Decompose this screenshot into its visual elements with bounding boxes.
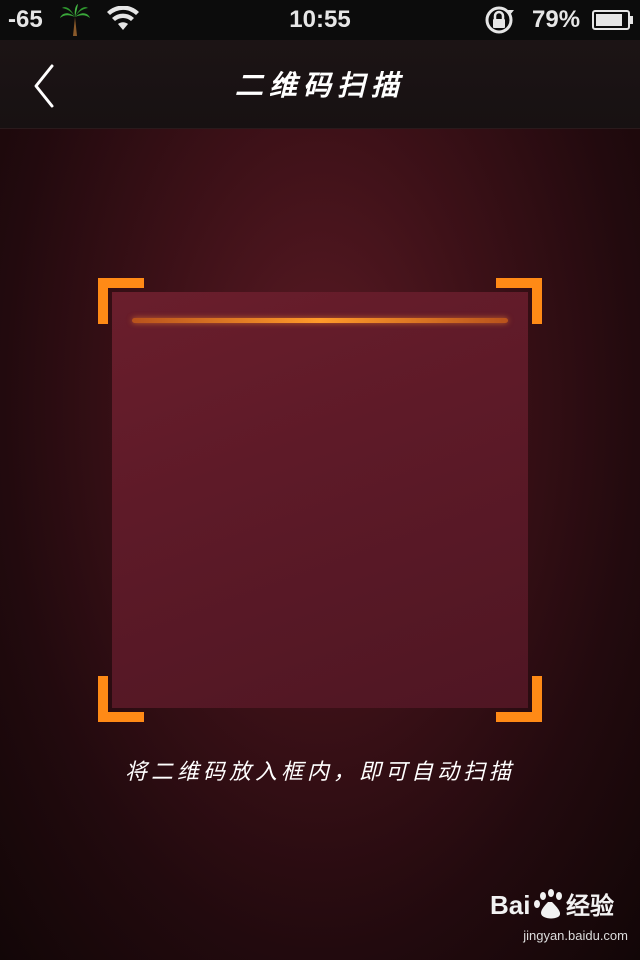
battery-percent: 79% <box>532 6 581 33</box>
status-bar: -65 10:55 79% <box>0 0 640 40</box>
baidu-jingyan-watermark: Bai 经验 jingyan.baidu.com <box>488 884 628 950</box>
baidu-logo: Bai 经验 <box>490 889 614 920</box>
scan-frame <box>98 278 542 722</box>
svg-text:Bai: Bai <box>490 890 530 920</box>
scan-line <box>132 318 508 323</box>
scan-hint: 将二维码放入框内，即可自动扫描 <box>124 760 515 785</box>
camera-viewfinder <box>112 292 528 708</box>
frame-corner-bottom-right <box>496 676 542 722</box>
page-title: 二维码扫描 <box>234 69 405 102</box>
navigation-bar: 二维码扫描 <box>0 40 640 129</box>
battery-icon <box>592 10 633 30</box>
rotation-lock-icon <box>485 6 514 34</box>
frame-corner-bottom-left <box>98 676 144 722</box>
svg-text:经验: 经验 <box>566 892 614 920</box>
watermark-url: jingyan.baidu.com <box>523 928 628 943</box>
qr-scan-screen: -65 10:55 79% 二维码扫描 将二维码放入框内，即可自动扫描 Bai … <box>0 0 640 960</box>
